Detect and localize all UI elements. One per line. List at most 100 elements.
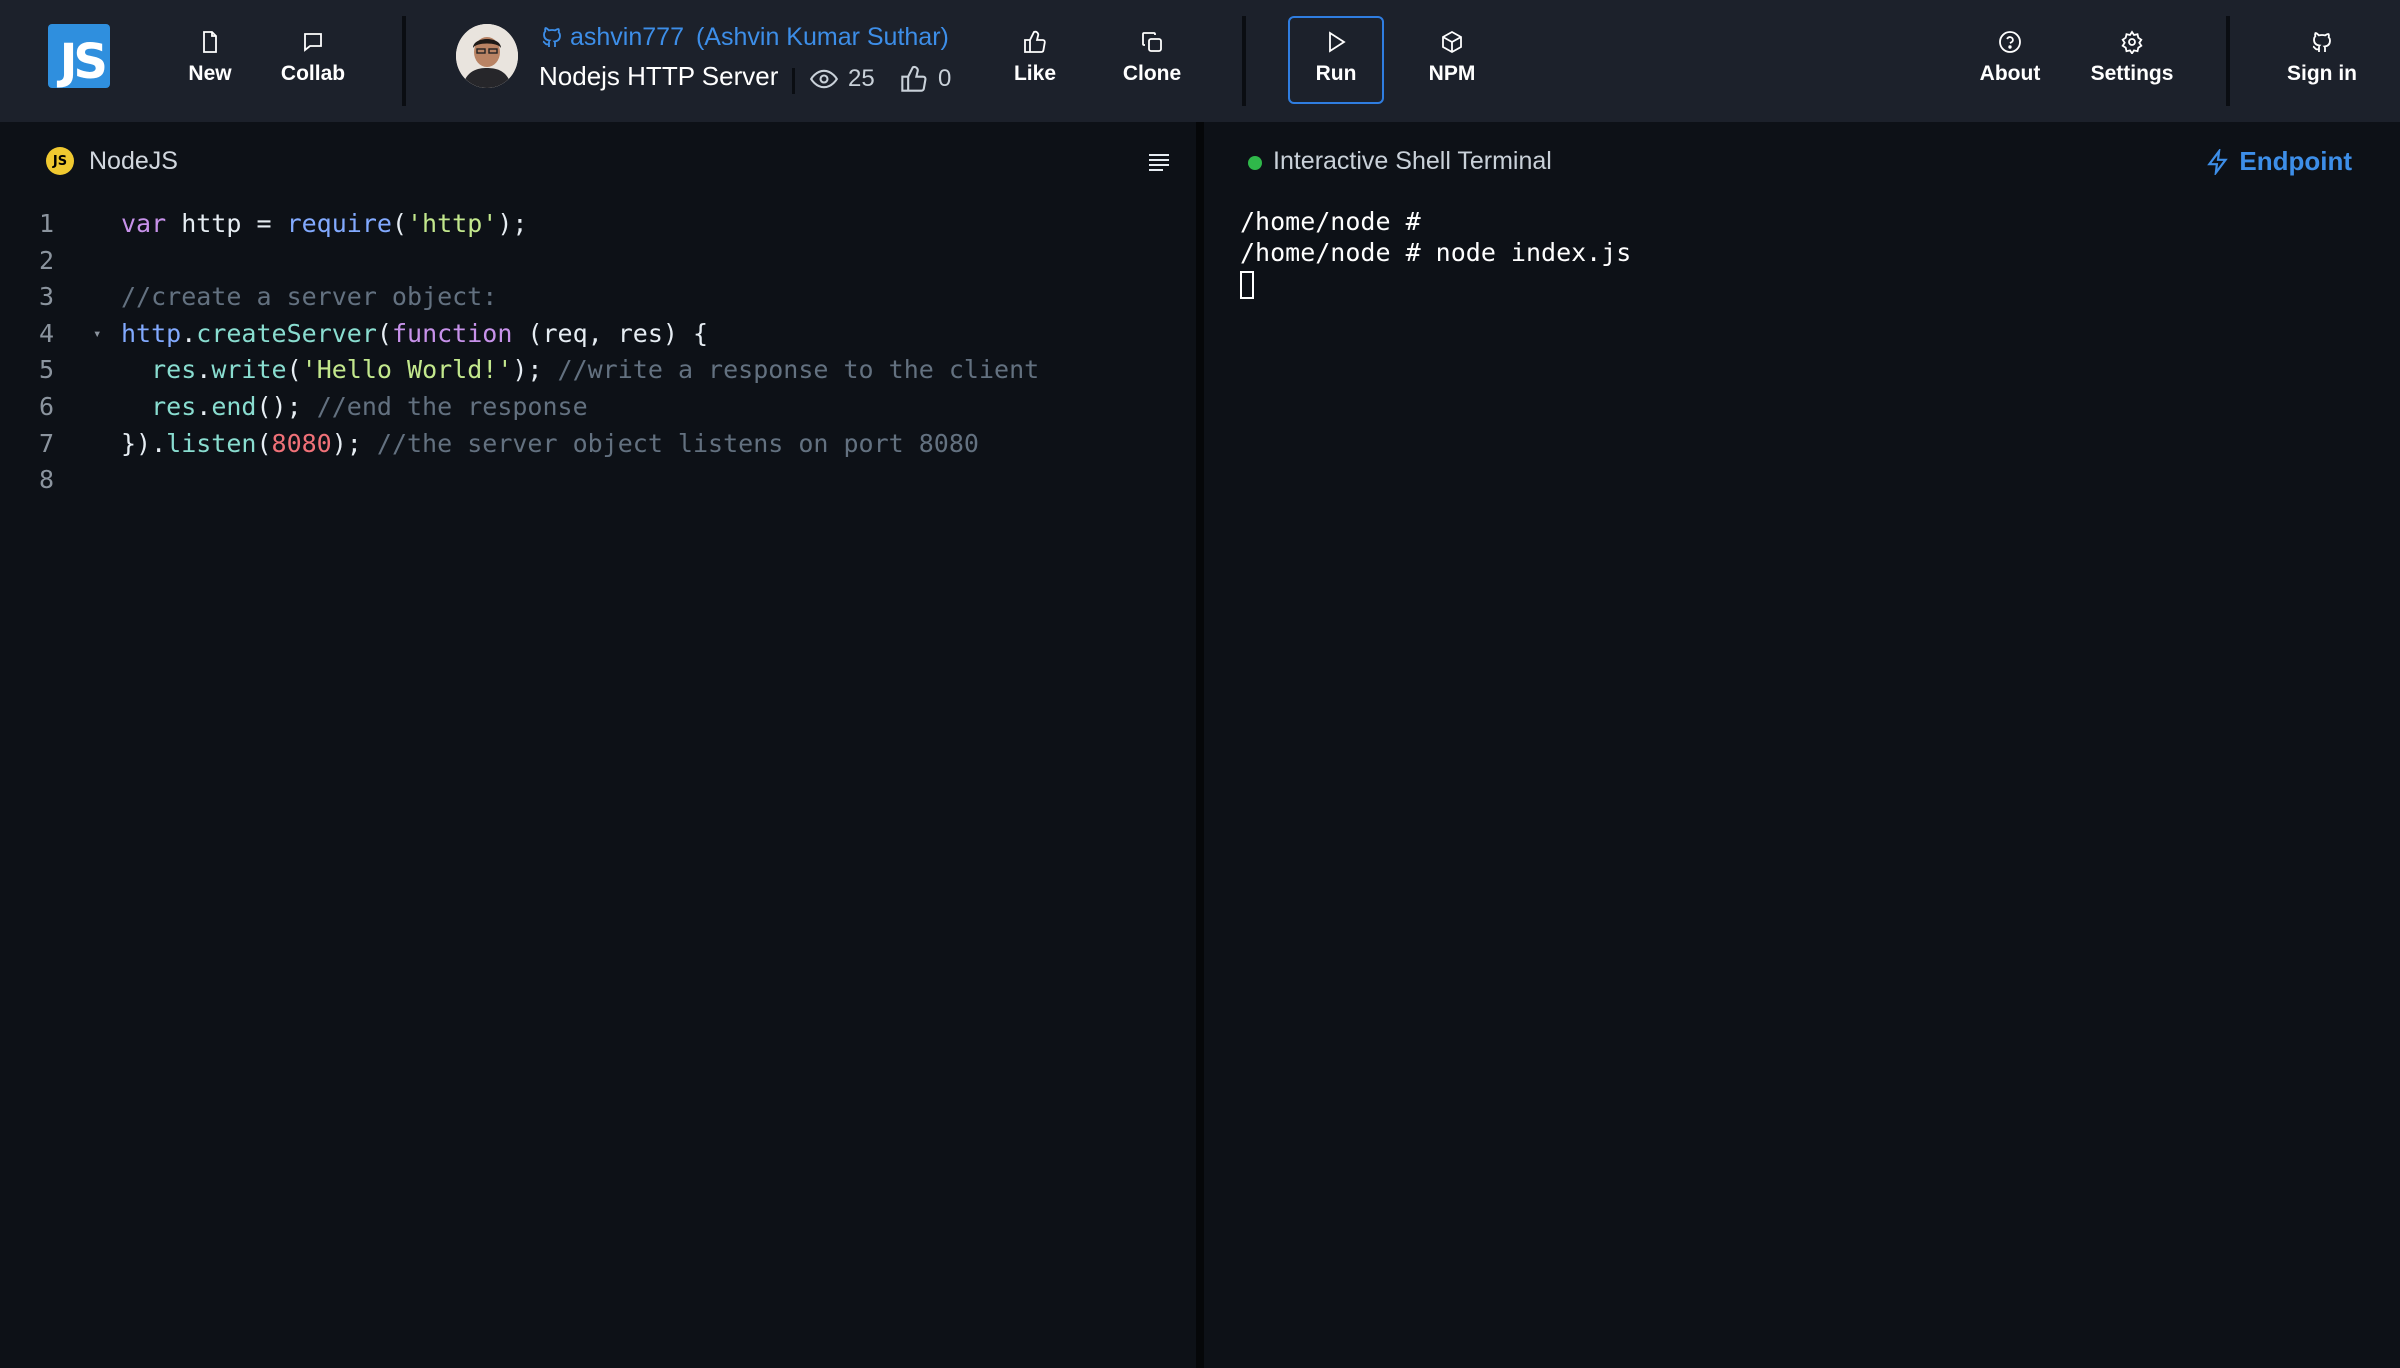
code-token: var xyxy=(121,209,167,238)
new-button[interactable]: New xyxy=(170,26,250,92)
app-logo[interactable]: JS xyxy=(48,24,110,88)
fold-toggle-icon[interactable]: ▾ xyxy=(93,316,101,353)
toolbar-divider xyxy=(1242,16,1246,106)
code-token: (); xyxy=(256,391,317,421)
code-token: //create a server object: xyxy=(121,282,498,312)
about-button[interactable]: About xyxy=(1970,26,2050,92)
code-token: (req, res) { xyxy=(512,318,709,348)
new-label: New xyxy=(188,62,232,85)
code-line[interactable]: 2 xyxy=(0,243,1190,280)
terminal-line: /home/node # node index.js xyxy=(1240,238,1632,267)
code-line[interactable]: 6 res.end(); //end the response xyxy=(0,389,1190,426)
code-token: ); xyxy=(512,355,558,385)
code-text: res.end(); //end the response xyxy=(121,389,588,426)
package-icon xyxy=(1442,30,1462,54)
code-text: //create a server object: xyxy=(121,279,497,316)
terminal-line: /home/node # xyxy=(1240,207,1421,236)
endpoint-label: Endpoint xyxy=(2239,146,2352,176)
code-token: . xyxy=(196,391,212,421)
code-token: . xyxy=(181,318,197,348)
eye-icon xyxy=(810,69,838,89)
endpoint-button[interactable]: Endpoint xyxy=(1210,146,2352,177)
pane-divider[interactable] xyxy=(1196,122,1204,1368)
npm-label: NPM xyxy=(1428,62,1476,85)
like-button[interactable]: Like xyxy=(1000,26,1070,92)
run-label: Run xyxy=(1315,62,1357,85)
avatar[interactable] xyxy=(456,24,518,88)
code-text: http.createServer(function (req, res) { xyxy=(121,316,708,353)
about-label: About xyxy=(1979,62,2041,85)
run-button[interactable]: Run xyxy=(1296,26,1376,92)
gear-icon xyxy=(2121,30,2143,54)
code-token: ( xyxy=(256,428,272,458)
code-token: 'http' xyxy=(407,209,498,238)
code-token: write xyxy=(211,355,287,385)
owner-link[interactable]: ashvin777 (Ashvin Kumar Suthar) xyxy=(540,22,949,52)
code-line[interactable]: 7}).listen(8080); //the server object li… xyxy=(0,426,1190,463)
code-line[interactable]: 3 //create a server object: xyxy=(0,279,1190,316)
line-number: 8 xyxy=(38,465,54,495)
code-line[interactable]: 5 res.write('Hello World!'); //write a r… xyxy=(0,352,1190,389)
code-token: //the server object listens on port 8080 xyxy=(376,428,979,458)
owner-username: ashvin777 xyxy=(570,22,684,51)
code-line[interactable]: 8 xyxy=(0,462,1190,499)
code-token: //end the response xyxy=(316,391,588,421)
line-number: 1 xyxy=(38,209,54,238)
terminal-output[interactable]: /home/node #/home/node # node index.js xyxy=(1240,206,1631,299)
github-icon xyxy=(2312,32,2331,52)
terminal-cursor xyxy=(1240,271,1254,299)
likes-count: 0 xyxy=(900,64,951,94)
code-token: ( xyxy=(376,318,392,348)
toolbar-divider xyxy=(2226,16,2230,106)
code-token: ( xyxy=(391,209,407,238)
line-number: 5 xyxy=(38,355,54,385)
code-token: 'Hello World!' xyxy=(301,355,513,385)
code-editor[interactable]: 1 var http = require('http'); 2 3//create a… xyxy=(0,206,1190,499)
settings-label: Settings xyxy=(2090,62,2174,85)
file-icon xyxy=(203,31,217,53)
signin-button[interactable]: Sign in xyxy=(2280,26,2364,92)
top-toolbar: JS New Collab ashvin777 (Ashvin Kumar Su… xyxy=(0,0,2400,122)
collab-button[interactable]: Collab xyxy=(270,26,356,92)
code-token: //write a response to the client xyxy=(557,355,1040,385)
code-token: ); xyxy=(331,428,377,458)
js-language-icon: JS xyxy=(46,147,74,175)
title-divider xyxy=(792,68,795,94)
menu-lines-icon[interactable] xyxy=(1147,152,1171,172)
settings-button[interactable]: Settings xyxy=(2086,26,2178,92)
code-token: res xyxy=(121,391,197,421)
code-line[interactable]: 4 ▾ http.createServer(function (req, res) … xyxy=(0,316,1190,353)
line-number: 6 xyxy=(38,391,54,421)
line-number: 7 xyxy=(38,428,54,458)
terminal-cursor-line[interactable] xyxy=(1240,268,1631,299)
collab-label: Collab xyxy=(280,62,346,85)
clone-button[interactable]: Clone xyxy=(1110,26,1194,92)
code-token: listen xyxy=(166,428,257,458)
clone-label: Clone xyxy=(1122,62,1182,85)
likes-value: 0 xyxy=(938,65,952,92)
line-number: 4 xyxy=(38,318,54,348)
like-label: Like xyxy=(1013,62,1057,85)
project-title: Nodejs HTTP Server xyxy=(539,61,779,91)
thumbs-up-icon xyxy=(901,65,927,92)
thumbs-up-icon xyxy=(1024,30,1046,53)
lightning-icon xyxy=(2207,148,2229,175)
github-icon xyxy=(542,27,561,47)
terminal-pane xyxy=(1204,122,2400,1368)
code-token: }). xyxy=(121,428,167,458)
views-count: 25 xyxy=(810,64,875,94)
owner-fullname: (Ashvin Kumar Suthar) xyxy=(695,22,949,51)
code-token: http xyxy=(121,318,182,348)
code-token: require xyxy=(286,209,392,238)
signin-label: Sign in xyxy=(2287,62,2357,85)
logo-text: JS xyxy=(59,34,108,90)
chat-icon xyxy=(304,33,322,52)
language-label: NodeJS xyxy=(89,147,178,175)
npm-button[interactable]: NPM xyxy=(1412,26,1492,92)
code-line[interactable]: 1 var http = require('http'); xyxy=(0,206,1190,243)
copy-icon xyxy=(1142,32,1162,52)
code-text: var http = require('http'); xyxy=(121,206,527,243)
help-circle-icon xyxy=(1999,31,2021,53)
code-token: end xyxy=(211,391,257,421)
code-token: res xyxy=(121,355,197,385)
